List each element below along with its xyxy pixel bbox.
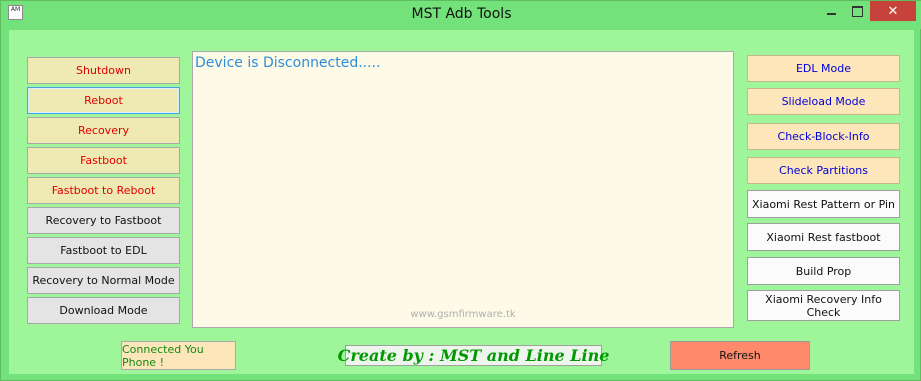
maximize-button[interactable] xyxy=(844,1,870,21)
edl-mode-button[interactable]: EDL Mode xyxy=(747,55,900,82)
fastboot-to-edl-button[interactable]: Fastboot to EDL xyxy=(27,237,180,264)
title-bar: AM MST Adb Tools ✕ xyxy=(1,1,921,29)
recovery-to-fastboot-button[interactable]: Recovery to Fastboot xyxy=(27,207,180,234)
check-partitions-button[interactable]: Check Partitions xyxy=(747,157,900,184)
xiaomi-recovery-info-check-button[interactable]: Xiaomi Recovery Info Check xyxy=(747,290,900,321)
app-window: AM MST Adb Tools ✕ Shutdown Reboot Recov… xyxy=(0,0,921,381)
watermark-text: www.gsmfirmware.tk xyxy=(410,309,516,320)
xiaomi-reset-pattern-button[interactable]: Xiaomi Rest Pattern or Pin xyxy=(747,190,900,218)
reboot-button[interactable]: Reboot xyxy=(27,87,180,114)
minimize-button[interactable] xyxy=(818,1,844,21)
fastboot-to-reboot-button[interactable]: Fastboot to Reboot xyxy=(27,177,180,204)
main-panel: Shutdown Reboot Recovery Fastboot Fastbo… xyxy=(9,30,914,374)
build-prop-button[interactable]: Build Prop xyxy=(747,257,900,285)
refresh-button[interactable]: Refresh xyxy=(670,341,810,370)
console-output[interactable]: Device is Disconnected..... www.gsmfirmw… xyxy=(192,51,734,328)
recovery-button[interactable]: Recovery xyxy=(27,117,180,144)
window-title: MST Adb Tools xyxy=(411,6,512,22)
minimize-icon xyxy=(826,13,836,15)
recovery-to-normal-mode-button[interactable]: Recovery to Normal Mode xyxy=(27,267,180,294)
xiaomi-reset-fastboot-button[interactable]: Xiaomi Rest fastboot xyxy=(747,223,900,251)
connected-phone-button[interactable]: Connected You Phone ! xyxy=(121,341,236,370)
credit-label: Create by : MST and Line Line xyxy=(337,345,610,366)
fastboot-button[interactable]: Fastboot xyxy=(27,147,180,174)
close-button[interactable]: ✕ xyxy=(870,1,916,21)
check-block-info-button[interactable]: Check-Block-Info xyxy=(747,123,900,150)
maximize-icon xyxy=(851,5,863,17)
slideload-mode-button[interactable]: Slideload Mode xyxy=(747,88,900,115)
download-mode-button[interactable]: Download Mode xyxy=(27,297,180,324)
close-icon: ✕ xyxy=(887,3,899,19)
shutdown-button[interactable]: Shutdown xyxy=(27,57,180,84)
device-status-text: Device is Disconnected..... xyxy=(195,55,381,71)
